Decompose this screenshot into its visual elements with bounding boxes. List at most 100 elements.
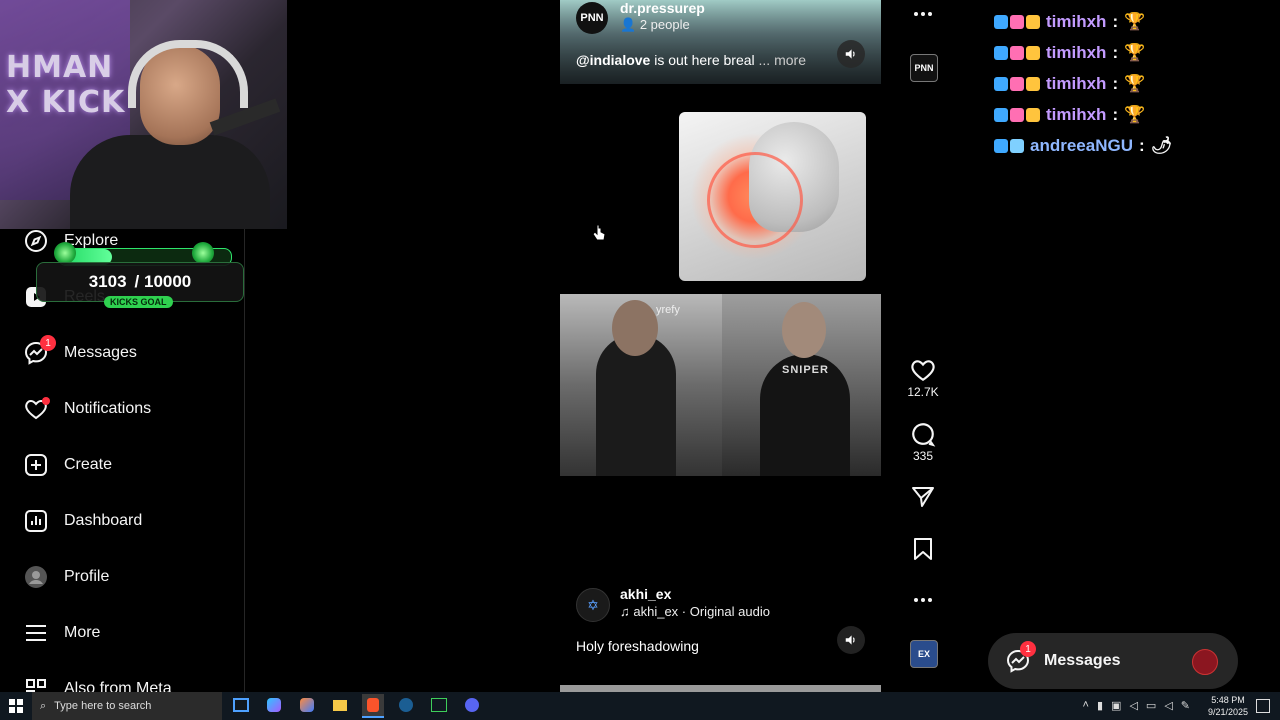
file-explorer-icon[interactable] bbox=[329, 694, 351, 716]
bookmark-icon bbox=[914, 538, 932, 560]
reel-author-handle[interactable]: dr.pressurep bbox=[620, 0, 705, 16]
reel2-author-handle[interactable]: akhi_ex bbox=[620, 586, 671, 602]
audio-thumbnail[interactable]: EX bbox=[910, 640, 938, 668]
chat-text: 🏆 bbox=[1124, 11, 1146, 31]
discord-icon[interactable] bbox=[461, 694, 483, 716]
windows-taskbar: ⌕ Type here to search ˄ ▮ ▣ ◁ ▭ ◁ ✎ 5:48… bbox=[0, 692, 1280, 720]
volume-icon[interactable]: ◁ bbox=[1129, 699, 1137, 712]
reel2-caption[interactable]: Holy foreshadowing bbox=[576, 638, 699, 654]
mute-button[interactable] bbox=[837, 40, 865, 68]
mute-button[interactable] bbox=[837, 626, 865, 654]
sidebar-item-label: Messages bbox=[64, 344, 137, 361]
network-icon[interactable]: ▭ bbox=[1146, 699, 1156, 712]
ellipsis-icon bbox=[914, 598, 932, 602]
reels-feed[interactable]: PNN dr.pressurep 👤 2 people @indialove i… bbox=[560, 0, 881, 692]
goal-orb-icon bbox=[192, 242, 214, 264]
like-count: 12.7K bbox=[907, 385, 939, 399]
chat-username[interactable]: timihxh bbox=[1046, 74, 1106, 94]
chat-badges bbox=[994, 14, 1040, 29]
webcam-overlay: HMAN X KICK bbox=[0, 0, 287, 229]
save-button[interactable] bbox=[895, 537, 951, 561]
reel2-audio[interactable]: ♫ akhi_ex · Original audio bbox=[620, 604, 770, 619]
pen-icon[interactable]: ✎ bbox=[1181, 699, 1190, 712]
caption-mention[interactable]: @indialove bbox=[576, 52, 650, 68]
sidebar-item-more[interactable]: More bbox=[24, 615, 100, 651]
reel-video-top[interactable]: PNN dr.pressurep 👤 2 people @indialove i… bbox=[560, 0, 881, 84]
windows-start-button[interactable] bbox=[0, 695, 32, 717]
chat-colon: : bbox=[1112, 42, 1119, 62]
taskbar-date: 9/21/2025 bbox=[1207, 707, 1248, 717]
comment-button[interactable]: 335 bbox=[895, 421, 951, 463]
sidebar-item-label: Notifications bbox=[64, 400, 152, 417]
sidebar-item-dashboard[interactable]: Dashboard bbox=[24, 503, 142, 539]
messenger-icon: 1 bbox=[24, 335, 56, 365]
taskbar-clock[interactable]: 5:48 PM 9/21/2025 bbox=[1208, 694, 1248, 718]
messenger-icon: 1 bbox=[1006, 641, 1036, 673]
chat-username[interactable]: timihxh bbox=[1046, 105, 1106, 125]
microphone-icon[interactable]: ▮ bbox=[1097, 699, 1103, 712]
more-options-button[interactable] bbox=[895, 4, 951, 24]
chat-colon: : bbox=[1138, 135, 1145, 155]
reel2-audio-text: akhi_ex · Original audio bbox=[633, 604, 770, 619]
brave-browser-icon[interactable] bbox=[362, 694, 384, 718]
streamer-body bbox=[70, 135, 270, 229]
chat-username[interactable]: andreeaNGU bbox=[1030, 136, 1133, 156]
chat-message: andreeaNGU : 🌶 bbox=[994, 130, 1274, 161]
chat-avatar bbox=[1192, 649, 1218, 675]
copilot-app-icon[interactable] bbox=[296, 694, 318, 716]
music-note-icon: ♫ bbox=[620, 604, 634, 619]
audio-thumbnail[interactable]: PNN bbox=[910, 54, 938, 82]
sidebar-item-notifications[interactable]: Notifications bbox=[24, 391, 151, 427]
sidebar-item-profile[interactable]: Profile bbox=[24, 559, 109, 595]
pain-ring bbox=[707, 152, 803, 248]
copilot-icon[interactable] bbox=[263, 694, 285, 716]
neck-pain-image[interactable] bbox=[679, 112, 866, 281]
chat-text: 🏆 bbox=[1124, 73, 1146, 93]
dashboard-icon bbox=[24, 509, 48, 533]
tray-app-icon[interactable]: ▣ bbox=[1111, 699, 1121, 712]
like-button[interactable]: 12.7K bbox=[895, 357, 951, 399]
chat-colon: : bbox=[1112, 11, 1119, 31]
speaker-tray-icon[interactable]: ◁ bbox=[1164, 699, 1172, 712]
notification-center-icon[interactable] bbox=[1256, 699, 1270, 713]
sidebar-item-label: Create bbox=[64, 456, 113, 473]
reel-caption[interactable]: @indialove is out here breal ... more bbox=[576, 52, 806, 68]
search-icon: ⌕ bbox=[40, 699, 47, 712]
caption-text: is out here breal bbox=[650, 52, 755, 68]
taskbar-pinned-apps bbox=[230, 694, 483, 718]
speaker-icon bbox=[845, 49, 855, 59]
crown-badge-icon bbox=[1026, 107, 1040, 122]
share-button[interactable] bbox=[895, 485, 951, 509]
chat-username[interactable]: timihxh bbox=[1046, 43, 1106, 63]
robot-badge-icon bbox=[1010, 138, 1024, 153]
xbox-icon[interactable] bbox=[428, 694, 450, 716]
reel-author-avatar[interactable]: PNN bbox=[576, 2, 608, 34]
cube-badge-icon bbox=[994, 14, 1008, 29]
reel-people-text: 2 people bbox=[639, 17, 690, 32]
sidebar-item-label: More bbox=[64, 624, 101, 641]
sidebar-item-label: Dashboard bbox=[64, 512, 143, 529]
windows-logo-icon bbox=[9, 699, 23, 713]
sidebar-item-messages[interactable]: 1 Messages bbox=[24, 335, 137, 371]
steam-icon[interactable] bbox=[395, 694, 417, 716]
caption-more-link[interactable]: ... more bbox=[759, 52, 806, 68]
shirt-text: SNIPER bbox=[782, 364, 829, 376]
reel-actions: PNN 12.7K 335 EX bbox=[895, 0, 951, 692]
sidebar-item-label: Profile bbox=[64, 568, 110, 585]
reel-video-debate[interactable]: SNIPER yrefy bbox=[560, 294, 881, 476]
task-view-icon[interactable] bbox=[230, 694, 252, 716]
monster-badge-icon bbox=[1010, 76, 1024, 91]
monster-badge-icon bbox=[1010, 45, 1024, 60]
reel-collab-count[interactable]: 👤 2 people bbox=[620, 17, 690, 33]
more-options-button[interactable] bbox=[895, 590, 951, 610]
chat-badges bbox=[994, 138, 1024, 153]
comment-count: 335 bbox=[912, 449, 934, 463]
messages-floating-button[interactable]: 1 Messages bbox=[988, 633, 1238, 689]
chevron-up-icon[interactable]: ˄ bbox=[1083, 699, 1089, 712]
crown-badge-icon bbox=[1026, 76, 1040, 91]
next-reel-preview[interactable] bbox=[560, 685, 881, 692]
sidebar-item-create[interactable]: Create bbox=[24, 447, 112, 483]
taskbar-search[interactable]: ⌕ Type here to search bbox=[32, 692, 222, 720]
reel2-author-avatar[interactable]: ✡ bbox=[576, 588, 610, 622]
chat-username[interactable]: timihxh bbox=[1046, 12, 1106, 32]
